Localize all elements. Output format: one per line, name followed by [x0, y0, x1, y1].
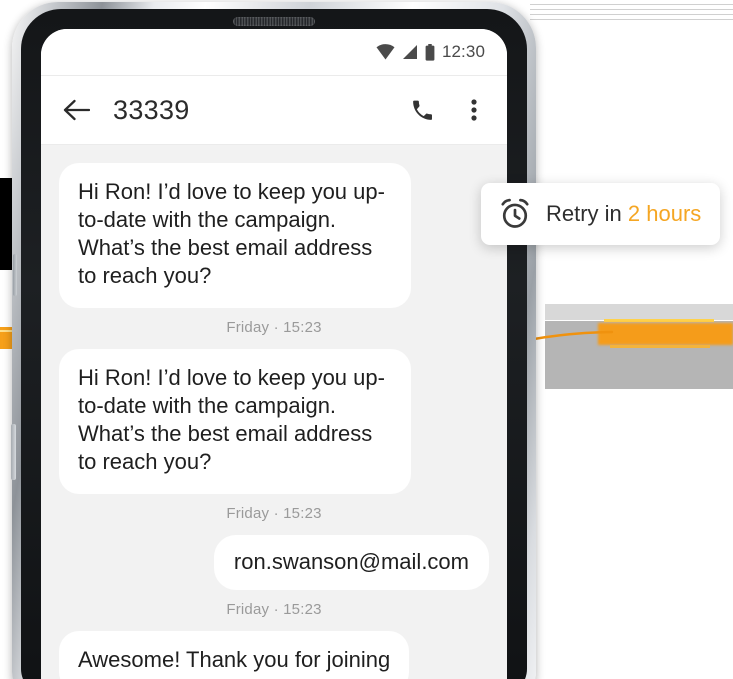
conversation-thread[interactable]: Hi Ron! I’d love to keep you up-to-date … — [41, 145, 507, 679]
message-bubble[interactable]: Hi Ron! I’d love to keep you up-to-date … — [59, 348, 411, 494]
phone-bezel: 12:30 33339 Hi Ron! I’d love to keep you… — [21, 9, 527, 679]
background-gray-band-upper — [545, 304, 733, 320]
message-timestamp: Friday · 15:23 — [226, 318, 322, 336]
phone-power-button[interactable] — [11, 424, 16, 480]
alarm-clock-icon — [501, 198, 529, 228]
message-bubble[interactable]: Hi Ron! I’d love to keep you up-to-date … — [59, 163, 411, 308]
retry-callout[interactable]: Retry in 2 hours — [481, 183, 721, 245]
overflow-menu-icon[interactable] — [459, 95, 489, 125]
background-orange-line-lower — [610, 345, 710, 348]
retry-callout-duration: 2 hours — [627, 201, 702, 226]
retry-callout-label: Retry in — [546, 201, 622, 226]
conversation-title: 33339 — [113, 94, 190, 125]
message-row-outgoing: ron.swanson@mail.com — [59, 534, 489, 591]
phone-volume-button[interactable] — [13, 254, 17, 296]
message-timestamp: Friday · 15:23 — [226, 504, 322, 522]
retry-callout-text: Retry in 2 hours — [546, 201, 701, 227]
background-top-lines — [530, 0, 733, 30]
message-timestamp: Friday · 15:23 — [226, 601, 322, 619]
message-bubble[interactable]: ron.swanson@mail.com — [213, 534, 489, 591]
app-bar: 33339 — [41, 75, 507, 145]
back-arrow-icon[interactable] — [61, 95, 91, 125]
message-row-incoming-3: Awesome! Thank you for joining — [59, 631, 489, 679]
phone-call-icon[interactable] — [407, 95, 437, 125]
message-row-incoming-2: Hi Ron! I’d love to keep you up-to-date … — [59, 348, 489, 494]
wifi-icon — [376, 44, 395, 60]
battery-icon — [425, 43, 435, 61]
status-bar-clock: 12:30 — [441, 42, 485, 61]
background-orange-line-upper — [604, 319, 714, 322]
phone-mockup: 12:30 33339 Hi Ron! I’d love to keep you… — [11, 2, 536, 679]
message-row-incoming-1: Hi Ron! I’d love to keep you up-to-date … — [59, 163, 489, 308]
background-orange-blurred-label — [598, 323, 733, 345]
phone-screen: 12:30 33339 Hi Ron! I’d love to keep you… — [41, 29, 507, 679]
screenshot-stage: 12:30 33339 Hi Ron! I’d love to keep you… — [0, 0, 733, 679]
cellular-signal-icon — [402, 45, 417, 59]
message-bubble[interactable]: Awesome! Thank you for joining — [59, 631, 410, 679]
status-bar: 12:30 — [41, 29, 507, 75]
earpiece-speaker-grille — [233, 17, 315, 26]
